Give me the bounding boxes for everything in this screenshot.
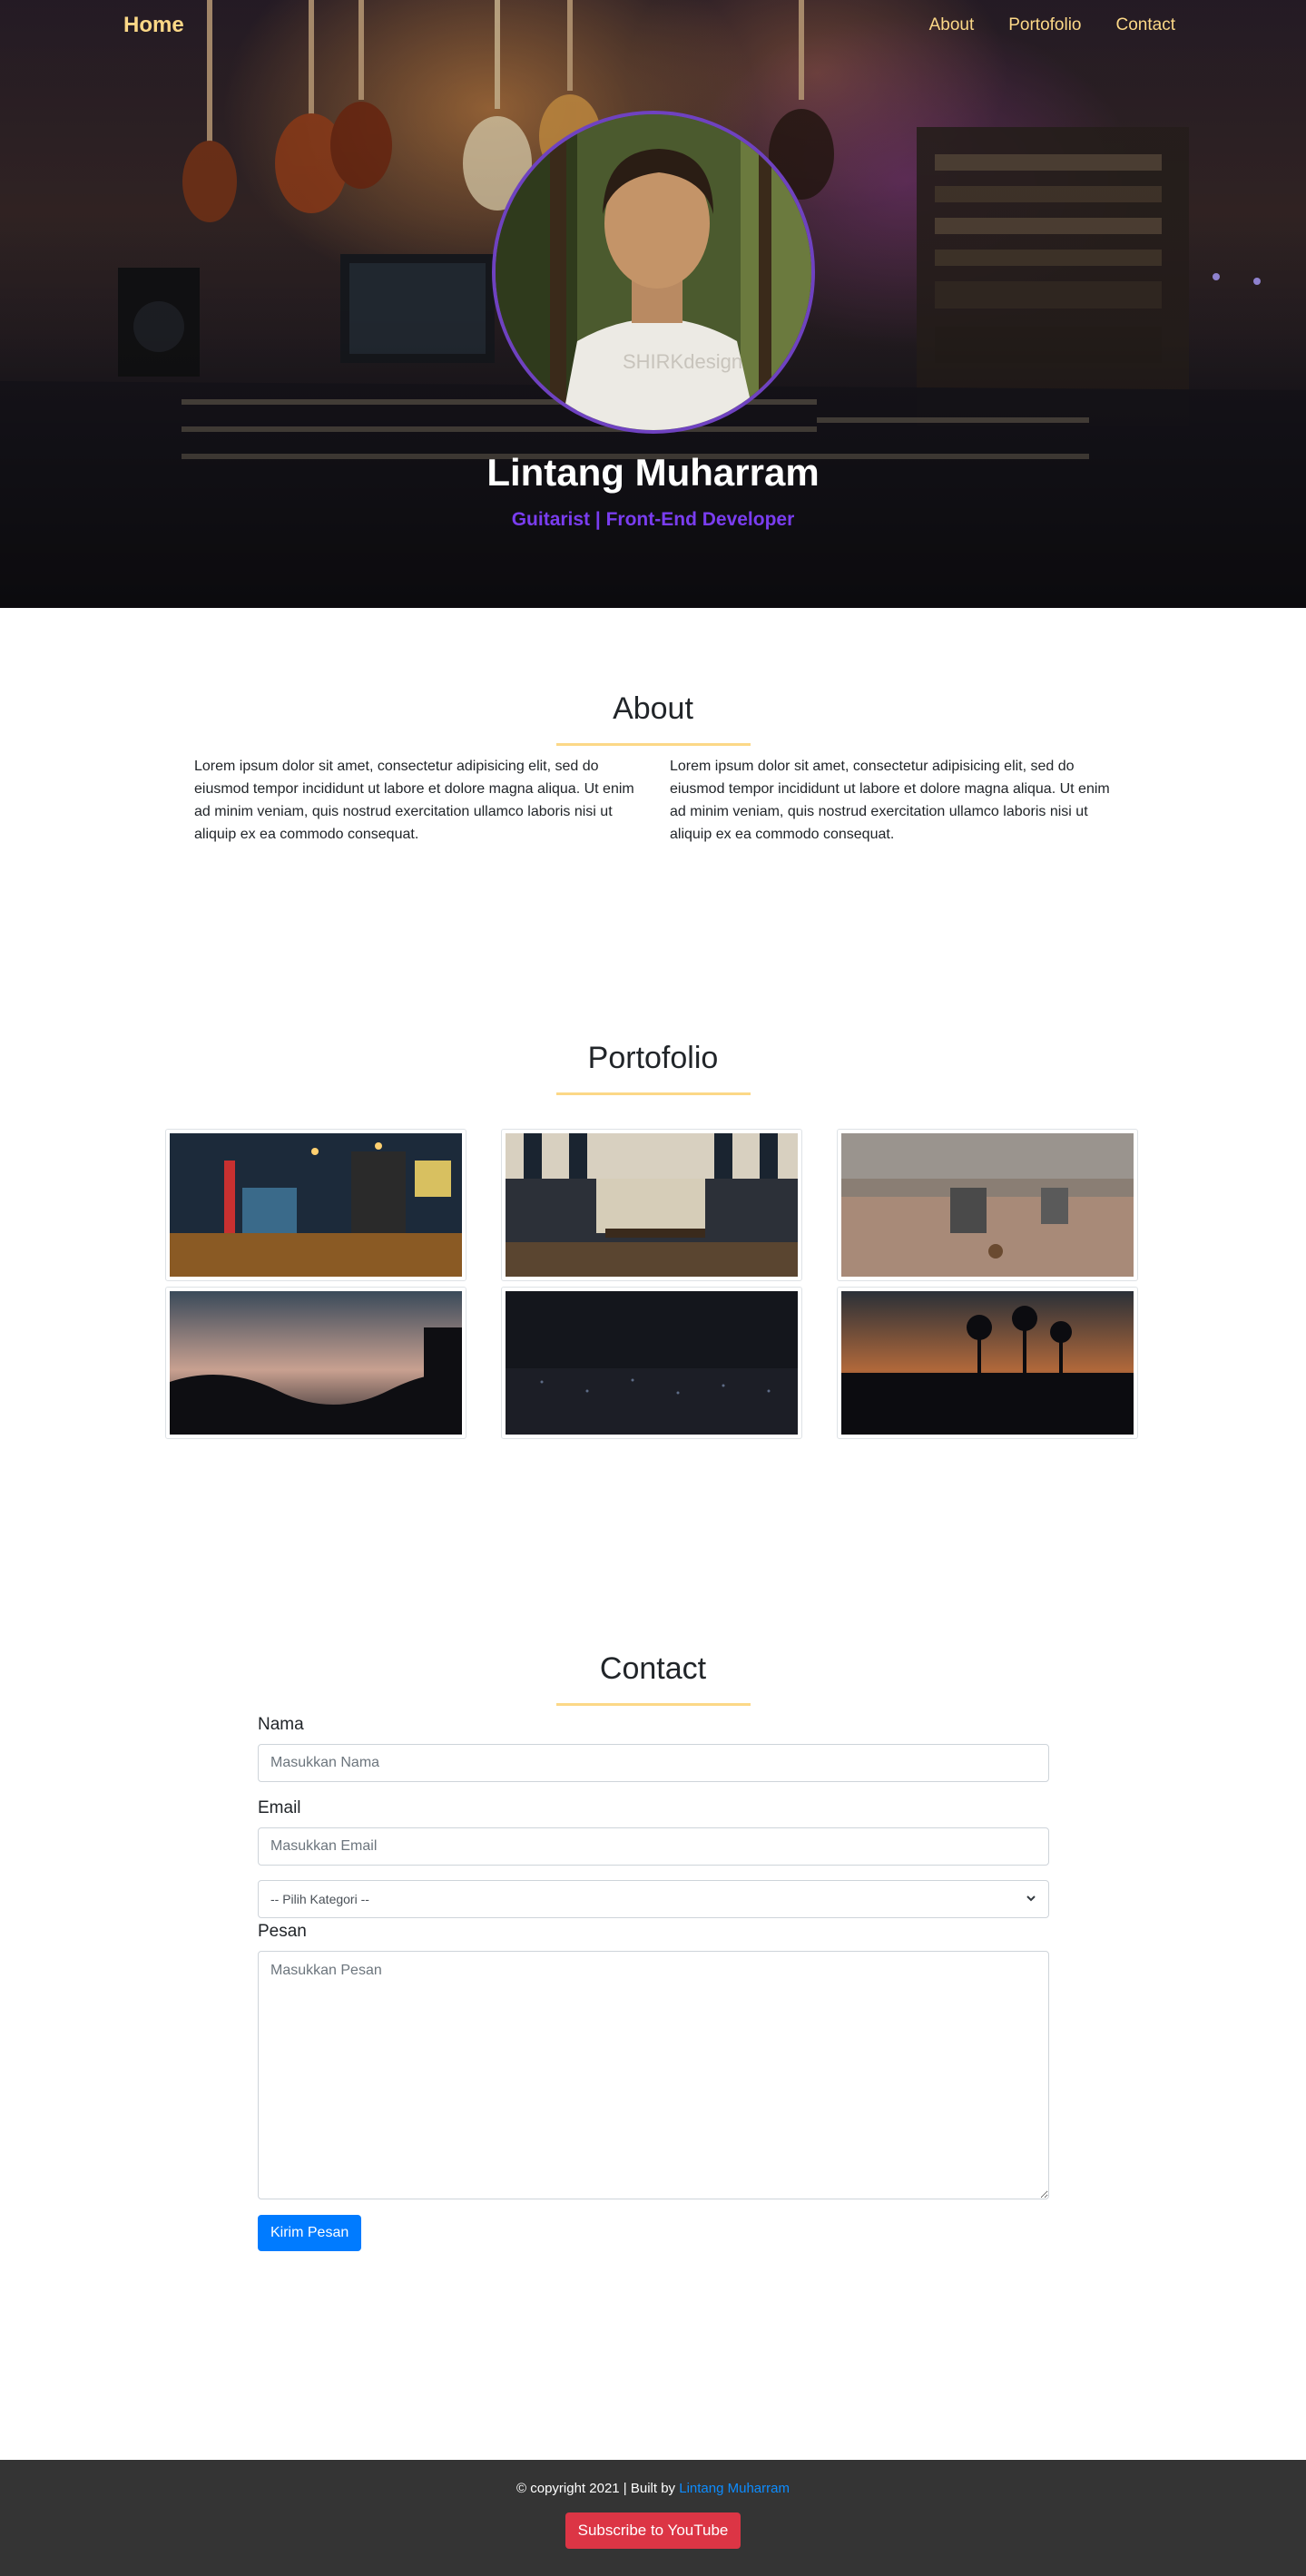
footer-copyright: © copyright 2021 | Built by Lintang Muha… [0, 2481, 1306, 2496]
hero-section: SHIRKdesign Lintang Muharram Guitarist |… [0, 0, 1306, 608]
hero-name: Lintang Muharram [486, 451, 820, 494]
subscribe-youtube-button[interactable]: Subscribe to YouTube [565, 2512, 741, 2549]
about-title-underline [555, 743, 751, 746]
portfolio-item-3[interactable] [837, 1129, 1138, 1281]
portfolio-image-sunset-sky [170, 1291, 462, 1435]
portfolio-item-4[interactable] [165, 1287, 466, 1439]
portfolio-item-2[interactable] [501, 1129, 802, 1281]
portfolio-item-1[interactable] [165, 1129, 466, 1281]
about-paragraph-right: Lorem ipsum dolor sit amet, consectetur … [670, 759, 1110, 842]
svg-text:SHIRKdesign: SHIRKdesign [623, 350, 742, 373]
portfolio-image-palm-sunset [841, 1291, 1134, 1435]
portfolio-title: Portofolio [587, 1041, 719, 1075]
nav-link-portfolio[interactable]: Portofolio [1008, 15, 1081, 35]
footer: © copyright 2021 | Built by Lintang Muha… [0, 2460, 1306, 2576]
portfolio-title-underline [555, 1092, 751, 1095]
about-title: About [613, 691, 693, 726]
portfolio-item-6[interactable] [837, 1287, 1138, 1439]
copyright-text: © copyright 2021 | Built by [516, 2481, 680, 2496]
about-columns: Lorem ipsum dolor sit amet, consectetur … [194, 755, 1113, 846]
message-textarea[interactable] [258, 1951, 1049, 2199]
category-select-value: -- Pilih Kategori -- [270, 1892, 369, 1906]
portfolio-image-lounge [506, 1133, 798, 1277]
portfolio-item-5[interactable] [501, 1287, 802, 1439]
brand-home-link[interactable]: Home [123, 13, 184, 38]
profile-photo: SHIRKdesign [496, 114, 811, 430]
profile-avatar: SHIRKdesign [492, 111, 815, 434]
portfolio-image-city-night [506, 1291, 798, 1435]
about-section: About Lorem ipsum dolor sit amet, consec… [0, 608, 1306, 989]
portfolio-section: Portofolio [0, 989, 1306, 1597]
nav-links: About Portofolio Contact [929, 15, 1175, 35]
contact-title: Contact [599, 1651, 707, 1686]
about-paragraph-left: Lorem ipsum dolor sit amet, consectetur … [194, 759, 634, 842]
contact-title-underline [555, 1703, 751, 1706]
author-link[interactable]: Lintang Muharram [679, 2481, 790, 2496]
navbar: Home About Portofolio Contact [0, 0, 1306, 54]
hero-subtitle: Guitarist | Front-End Developer [511, 509, 795, 530]
contact-section: Contact Nama Email -- Pilih Kategori -- … [0, 1597, 1306, 2460]
portfolio-image-cafe [170, 1133, 462, 1277]
portfolio-grid [165, 1129, 1142, 1439]
message-label: Pesan [258, 1922, 307, 1941]
nav-link-about[interactable]: About [929, 15, 975, 35]
portfolio-image-rooftop [841, 1133, 1134, 1277]
email-label: Email [258, 1798, 301, 1817]
email-input[interactable] [258, 1827, 1049, 1866]
contact-form: Nama Email -- Pilih Kategori -- Pesan Ki… [258, 1715, 1049, 2251]
category-select[interactable]: -- Pilih Kategori -- [258, 1880, 1049, 1918]
name-input[interactable] [258, 1744, 1049, 1782]
chevron-down-icon [1026, 1892, 1036, 1906]
submit-button[interactable]: Kirim Pesan [258, 2215, 362, 2251]
nav-link-contact[interactable]: Contact [1116, 15, 1175, 35]
name-label: Nama [258, 1715, 304, 1734]
